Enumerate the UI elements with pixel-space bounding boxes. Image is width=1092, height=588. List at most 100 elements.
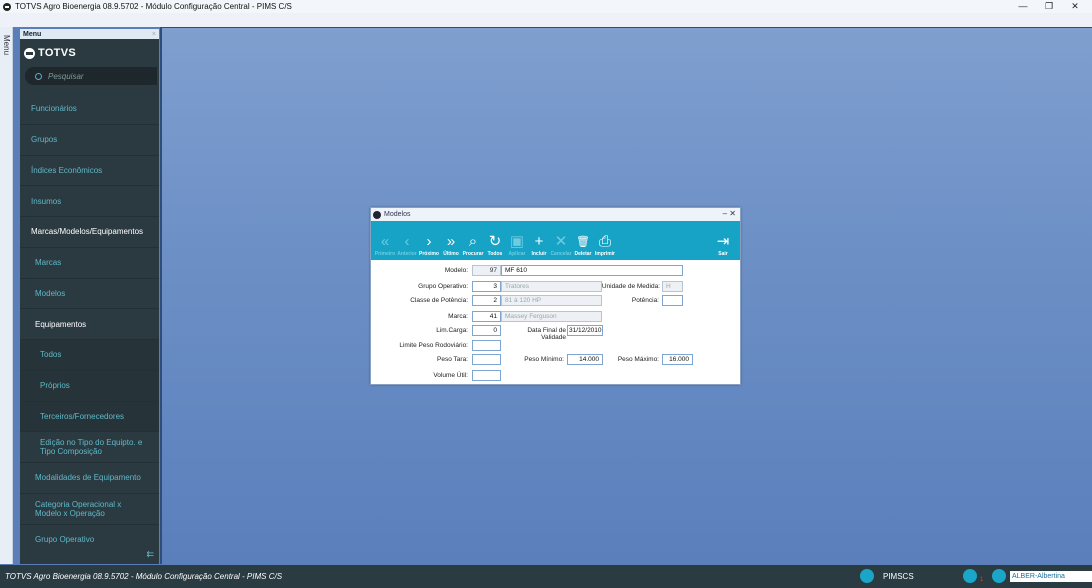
menu-item-label: Marcas/Modelos/Equipamentos bbox=[31, 227, 144, 237]
modelos-dialog: Modelos – ✕ «Primeiro ‹ Anterior › Próximo… bbox=[370, 207, 741, 385]
classe-code-field[interactable]: 2 bbox=[472, 295, 501, 306]
cancel-label: Cancelar bbox=[550, 251, 572, 257]
pesomax-field[interactable]: 16.000 bbox=[662, 354, 693, 365]
delete-button[interactable]: 🗑 Deletar bbox=[572, 222, 594, 260]
bell-icon[interactable] bbox=[963, 569, 977, 583]
menu-item-funcionarios[interactable]: Funcionários bbox=[20, 94, 159, 125]
menu-item-categoria-operacional[interactable]: Categoria Operacional x Modelo x Operaçã… bbox=[20, 494, 159, 525]
add-button[interactable]: + Incluir bbox=[528, 222, 550, 260]
volume-field[interactable] bbox=[472, 370, 501, 381]
menu-item-label: Modalidades de Equipamento bbox=[35, 473, 141, 483]
menu-item-equipamentos[interactable]: Equipamentos bbox=[20, 309, 159, 340]
app-logo-icon bbox=[3, 2, 11, 11]
menu-header: Menu × bbox=[20, 29, 159, 39]
previous-button[interactable]: ‹ Anterior bbox=[396, 222, 418, 260]
menu-item-terceiros[interactable]: Terceiros/Fornecedores bbox=[20, 401, 159, 433]
sidebar-menu: Menu × TOTVS Pesquisar Funcionários Grup… bbox=[20, 29, 159, 564]
user-indicator[interactable]: PIMSCS bbox=[860, 569, 914, 583]
datafinal-label: Data Final de Validade bbox=[527, 327, 566, 341]
environment-field[interactable]: ALBER-Albertina bbox=[1010, 571, 1092, 582]
printer-icon: ⎙ bbox=[598, 233, 611, 250]
magnifier-icon: ⌕ bbox=[468, 233, 478, 250]
menu-header-title: Menu bbox=[23, 30, 42, 38]
environment-icon[interactable] bbox=[992, 569, 1006, 583]
potencia-label: Potência: bbox=[631, 297, 659, 304]
print-button[interactable]: ⎙ Imprimir bbox=[594, 222, 616, 260]
search-button[interactable]: ⌕ Procurar bbox=[462, 222, 484, 260]
next-button[interactable]: › Próximo bbox=[418, 222, 440, 260]
menu-item-edicao-tipo[interactable]: Edição no Tipo do Equipto. e Tipo Compos… bbox=[20, 432, 159, 463]
previous-icon: ‹ bbox=[404, 233, 410, 250]
menu-item-label: Modelos bbox=[35, 288, 66, 298]
menu-item-grupos[interactable]: Grupos bbox=[20, 125, 159, 156]
menu-item-indices[interactable]: Índices Econômicos bbox=[20, 156, 159, 187]
dialog-controls[interactable]: – ✕ bbox=[723, 209, 736, 218]
pesotara-field[interactable] bbox=[472, 354, 501, 365]
status-bar: TOTVS Agro Bioenergia 08.9.5702 - Módulo… bbox=[0, 565, 1092, 588]
menu-item-marcas[interactable]: Marcas bbox=[20, 248, 159, 279]
dialog-titlebar: Modelos – ✕ bbox=[371, 208, 740, 221]
plus-icon: + bbox=[534, 233, 544, 250]
menu-item-marcas-modelos-equipamentos[interactable]: Marcas/Modelos/Equipamentos bbox=[20, 217, 159, 248]
top-strip bbox=[0, 13, 1092, 27]
limcarga-field[interactable]: 0 bbox=[472, 325, 501, 336]
delete-label: Deletar bbox=[574, 251, 592, 257]
volume-label: Volume Útil: bbox=[433, 372, 468, 379]
menu-list: Funcionários Grupos Índices Econômicos I… bbox=[20, 94, 159, 555]
potencia-field[interactable] bbox=[662, 295, 683, 306]
menu-item-label: Próprios bbox=[40, 381, 70, 391]
refresh-icon: ↻ bbox=[488, 233, 502, 250]
menu-item-label: Marcas bbox=[35, 258, 62, 268]
unidade-field: H bbox=[662, 281, 683, 292]
user-icon bbox=[860, 569, 874, 583]
restore-button[interactable]: ❐ bbox=[1036, 0, 1062, 13]
menu-item-label: Edição no Tipo do Equipto. e Tipo Compos… bbox=[40, 438, 143, 457]
menu-item-modelos[interactable]: Modelos bbox=[20, 279, 159, 310]
add-label: Incluir bbox=[531, 251, 547, 257]
close-button[interactable]: ✕ bbox=[1062, 0, 1088, 13]
pesomax-label: Peso Máximo: bbox=[617, 356, 659, 363]
menu-close-icon[interactable]: × bbox=[152, 31, 156, 38]
last-button[interactable]: » Último bbox=[440, 222, 462, 260]
pesomin-field[interactable]: 14.000 bbox=[567, 354, 603, 365]
menu-item-proprios[interactable]: Próprios bbox=[20, 370, 159, 402]
grupo-code-field[interactable]: 3 bbox=[472, 281, 501, 292]
brand-name: TOTVS bbox=[38, 47, 76, 59]
unidade-label: Unidade de Medida: bbox=[601, 283, 660, 290]
limite-field[interactable] bbox=[472, 340, 501, 351]
menu-item-label: Insumos bbox=[31, 196, 62, 206]
marca-code-field[interactable]: 41 bbox=[472, 311, 501, 322]
first-button[interactable]: «Primeiro bbox=[374, 222, 396, 260]
brand-logo: TOTVS bbox=[20, 39, 159, 67]
modelo-code-field: 97 bbox=[472, 265, 501, 276]
menu-item-insumos[interactable]: Insumos bbox=[20, 186, 159, 217]
x-icon: ✕ bbox=[554, 233, 568, 250]
menu-item-label: Terceiros/Fornecedores bbox=[40, 411, 125, 421]
menu-item-grupo-operativo[interactable]: Grupo Operativo bbox=[20, 525, 159, 556]
search-input[interactable]: Pesquisar bbox=[25, 67, 157, 85]
user-name: PIMSCS bbox=[883, 571, 914, 581]
minimize-button[interactable]: — bbox=[1010, 0, 1036, 13]
exit-button[interactable]: ⇥ Sair bbox=[712, 222, 734, 260]
cancel-button[interactable]: ✕ Cancelar bbox=[550, 222, 572, 260]
totvs-logo-icon bbox=[24, 47, 35, 59]
datafinal-field[interactable]: 31/12/2010 bbox=[567, 325, 603, 336]
apply-button[interactable]: ▣ Aplicar bbox=[506, 222, 528, 260]
exit-icon: ⇥ bbox=[716, 233, 730, 250]
collapse-menu-icon[interactable]: ⇇ bbox=[146, 549, 154, 560]
modelo-label: Modelo: bbox=[444, 267, 468, 274]
save-icon: ▣ bbox=[509, 233, 525, 250]
last-label: Último bbox=[443, 251, 459, 257]
window-titlebar: TOTVS Agro Bioenergia 08.9.5702 - Módulo… bbox=[0, 0, 1092, 13]
menu-item-modalidades[interactable]: Modalidades de Equipamento bbox=[20, 463, 159, 494]
marca-label: Marca: bbox=[448, 313, 468, 320]
menu-item-todos[interactable]: Todos bbox=[20, 340, 159, 371]
next-icon: › bbox=[426, 233, 432, 250]
status-text: TOTVS Agro Bioenergia 08.9.5702 - Módulo… bbox=[5, 572, 283, 581]
search-icon bbox=[35, 72, 42, 80]
menu-strip[interactable]: Menu bbox=[0, 27, 13, 564]
menu-item-label: Equipamentos bbox=[35, 319, 87, 329]
window-title: TOTVS Agro Bioenergia 08.9.5702 - Módulo… bbox=[15, 2, 292, 11]
modelo-name-field[interactable]: MF 610 bbox=[501, 265, 683, 276]
all-button[interactable]: ↻ Todos bbox=[484, 222, 506, 260]
